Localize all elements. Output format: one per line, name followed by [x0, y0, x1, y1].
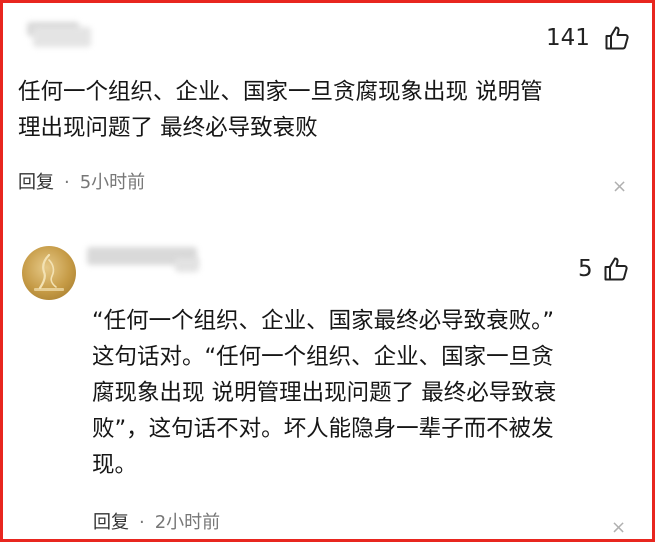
- comment-text-line: 现。: [92, 452, 138, 478]
- separator: ·: [139, 512, 145, 533]
- thumbs-up-icon[interactable]: [603, 256, 629, 282]
- reply-button[interactable]: 回复: [18, 172, 54, 193]
- thumbs-up-icon[interactable]: [604, 25, 630, 51]
- close-icon[interactable]: ×: [612, 178, 627, 196]
- comment-text-line: 这句话对。“任何一个组织、企业、国家一旦贪: [92, 344, 554, 370]
- like-count: 141: [546, 25, 590, 51]
- avatar: [22, 246, 76, 300]
- close-icon[interactable]: ×: [611, 519, 626, 537]
- timestamp: 2小时前: [154, 512, 221, 533]
- reply-button[interactable]: 回复: [93, 512, 129, 533]
- comment-text-line: 腐现象出现 说明管理出现问题了 最终必导致衰: [92, 380, 557, 406]
- comment-text-line: 败”，这句话不对。坏人能隐身一辈子而不被发: [92, 416, 554, 442]
- username-blurred: [33, 27, 91, 47]
- comment-meta: 回复 · 5小时前: [18, 174, 145, 192]
- timestamp: 5小时前: [79, 172, 146, 193]
- like-count: 5: [578, 256, 593, 282]
- comment-meta: 回复 · 2小时前: [93, 514, 220, 532]
- username-blurred: [175, 258, 199, 272]
- comment-text-line: “任何一个组织、企业、国家最终必导致衰败。”: [92, 308, 555, 334]
- comment-text-line: 任何一个组织、企业、国家一旦贪腐现象出现 说明管: [18, 79, 543, 105]
- comment-text-line: 理出现问题了 最终必导致衰败: [18, 115, 318, 141]
- separator: ·: [64, 172, 70, 193]
- screenshot-frame: 141 任何一个组织、企业、国家一旦贪腐现象出现 说明管 理出现问题了 最终必导…: [0, 0, 655, 542]
